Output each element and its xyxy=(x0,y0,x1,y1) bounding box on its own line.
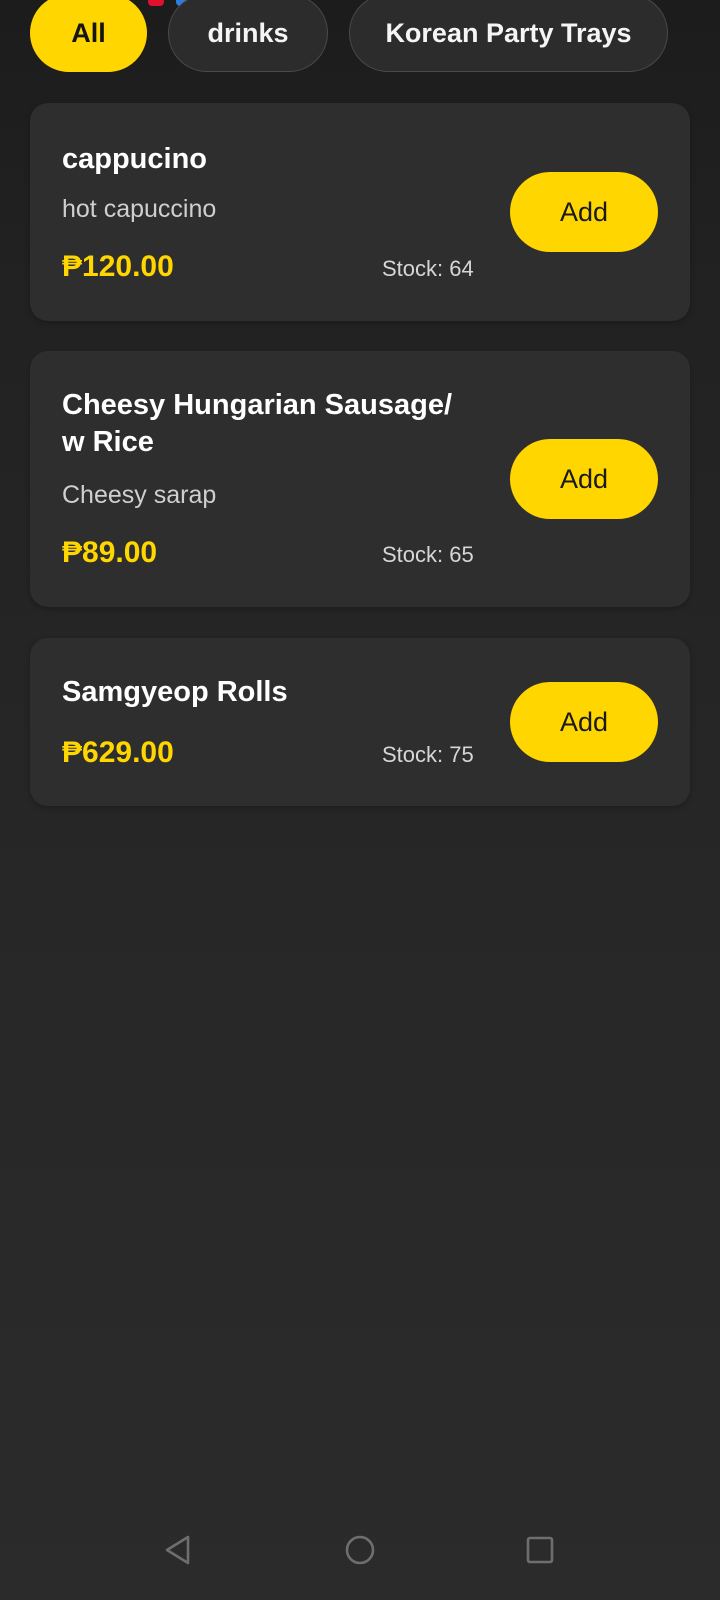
add-to-cart-button[interactable]: Add xyxy=(510,682,658,762)
product-stock: Stock: 64 xyxy=(382,256,474,281)
product-card-cappucino: cappucino hot capuccino ₱120.00 Stock: 6… xyxy=(30,103,690,321)
product-card-samgyeop-rolls: Samgyeop Rolls ₱629.00 Stock: 75 Add xyxy=(30,638,690,806)
product-stock: Stock: 75 xyxy=(382,742,474,767)
product-description: hot capuccino xyxy=(62,195,217,223)
category-filter-bar: All drinks Korean Party Trays xyxy=(30,0,720,74)
product-price: ₱120.00 xyxy=(62,250,174,283)
home-circle-icon[interactable] xyxy=(336,1526,384,1574)
product-name: cappucino xyxy=(62,143,208,175)
product-price: ₱89.00 xyxy=(62,536,158,569)
category-chip-all[interactable]: All xyxy=(30,0,147,72)
product-name: Cheesy Hungarian Sausage/ w Rice xyxy=(62,389,453,458)
category-chip-korean-party-trays[interactable]: Korean Party Trays xyxy=(349,0,668,72)
product-card-cheesy-hungarian-sausage: Cheesy Hungarian Sausage/ w Rice Cheesy … xyxy=(30,351,690,607)
back-triangle-icon[interactable] xyxy=(154,1526,202,1574)
category-chip-drinks[interactable]: drinks xyxy=(168,0,328,72)
recents-square-icon[interactable] xyxy=(516,1526,564,1574)
add-to-cart-button[interactable]: Add xyxy=(510,172,658,252)
product-description: Cheesy sarap xyxy=(62,481,217,509)
system-navigation-bar xyxy=(0,1500,720,1600)
product-stock: Stock: 65 xyxy=(382,542,474,567)
product-name: Samgyeop Rolls xyxy=(62,676,288,708)
product-price: ₱629.00 xyxy=(62,736,174,769)
add-to-cart-button[interactable]: Add xyxy=(510,439,658,519)
